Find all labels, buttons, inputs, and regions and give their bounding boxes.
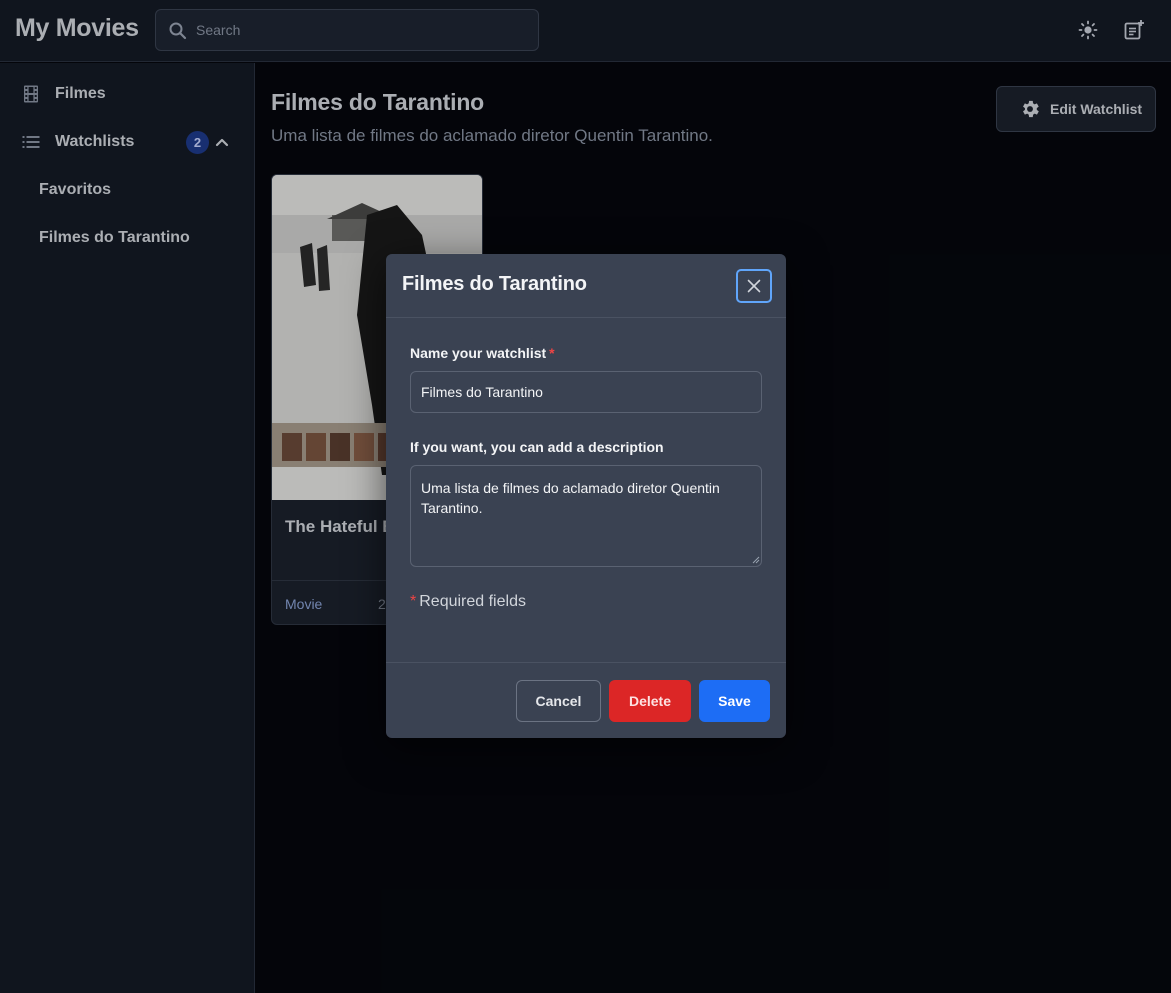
name-field-label-text: Name your watchlist	[410, 345, 547, 361]
required-fields-note: * Required fields	[410, 593, 526, 611]
cancel-button[interactable]: Cancel	[516, 680, 601, 722]
close-icon	[747, 279, 761, 293]
required-star: *	[410, 593, 417, 610]
watchlist-description-textarea[interactable]: Uma lista de filmes do aclamado diretor …	[410, 465, 762, 567]
resize-handle-icon[interactable]	[752, 556, 760, 564]
modal-title: Filmes do Tarantino	[402, 273, 587, 295]
required-fields-text: Required fields	[419, 593, 526, 610]
watchlist-name-input[interactable]	[410, 371, 762, 413]
delete-button[interactable]: Delete	[609, 680, 691, 722]
description-field-label: If you want, you can add a description	[410, 439, 664, 455]
modal-footer: Cancel Delete Save	[386, 662, 786, 738]
modal-header: Filmes do Tarantino	[386, 254, 786, 318]
close-button[interactable]	[736, 269, 772, 303]
required-star: *	[549, 345, 555, 361]
save-button[interactable]: Save	[699, 680, 770, 722]
name-field-label: Name your watchlist *	[410, 345, 555, 361]
edit-watchlist-modal: Filmes do Tarantino Name your watchlist *…	[386, 254, 786, 738]
